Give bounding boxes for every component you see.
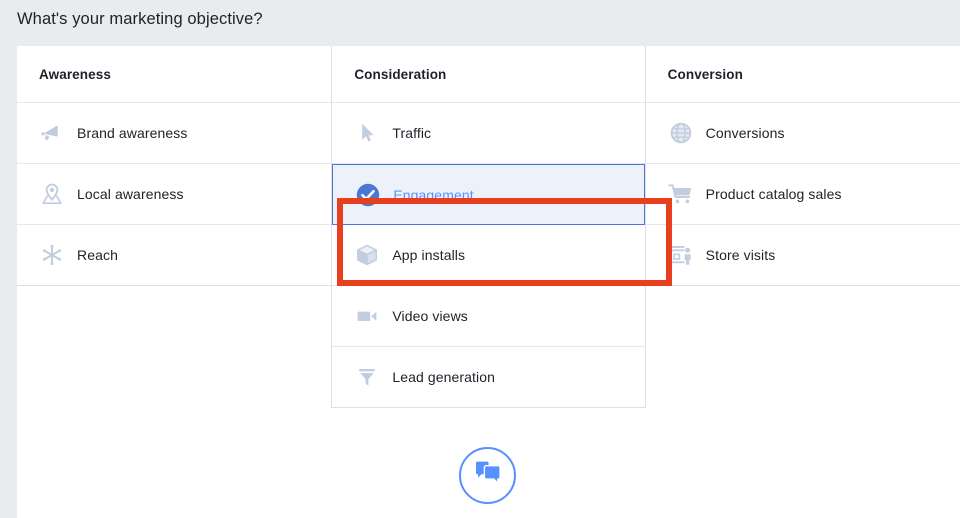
objective-label: Traffic [392,125,432,141]
objective-row[interactable]: Store visits [645,225,960,286]
chat-feedback-button[interactable] [459,447,516,504]
objective-column-consideration: Consideration Traffic Engagement App instal… [331,46,646,408]
funnel-icon [354,364,380,390]
objective-label: Brand awareness [77,125,188,141]
objective-label: App installs [392,247,466,263]
objective-row[interactable]: Reach [17,225,332,286]
objective-label: Engagement [393,186,474,203]
objective-column-awareness: Awareness Brand awareness Local awareness R… [17,46,332,286]
objective-label: Video views [392,308,468,324]
reach-burst-icon [39,242,65,268]
cursor-arrow-icon [354,120,380,146]
objective-row[interactable]: Video views [332,286,645,347]
objective-row[interactable]: Conversions [645,103,960,164]
globe-icon [668,120,694,146]
column-header: Conversion [645,46,960,103]
objective-row[interactable]: Traffic [332,103,645,164]
chat-bubbles-icon [474,460,502,491]
objective-row[interactable]: Brand awareness [17,103,332,164]
objective-row[interactable]: App installs [332,225,645,286]
objective-columns: Awareness Brand awareness Local awareness R… [17,46,960,408]
objective-column-conversion: Conversion Conversions Product catalog sal… [645,46,960,286]
objective-row[interactable]: Engagement [332,164,645,225]
megaphone-icon [39,120,65,146]
column-header: Consideration [332,46,645,103]
page-title: What's your marketing objective? [17,10,263,28]
storefront-person-icon [668,242,694,268]
column-header: Awareness [17,46,332,103]
objective-label: Product catalog sales [705,186,842,202]
objective-label: Reach [77,247,118,263]
objective-row[interactable]: Local awareness [17,164,332,225]
video-camera-icon [354,303,380,329]
objective-row[interactable]: Product catalog sales [645,164,960,225]
objective-row[interactable]: Lead generation [332,347,645,408]
objective-label: Lead generation [392,369,496,385]
objective-label: Conversions [705,125,785,141]
location-pin-map-icon [39,181,65,207]
check-circle-icon [355,182,381,208]
objective-label: Local awareness [77,186,184,202]
objective-label: Store visits [705,247,776,263]
shopping-cart-icon [668,181,694,207]
cube-box-icon [354,242,380,268]
